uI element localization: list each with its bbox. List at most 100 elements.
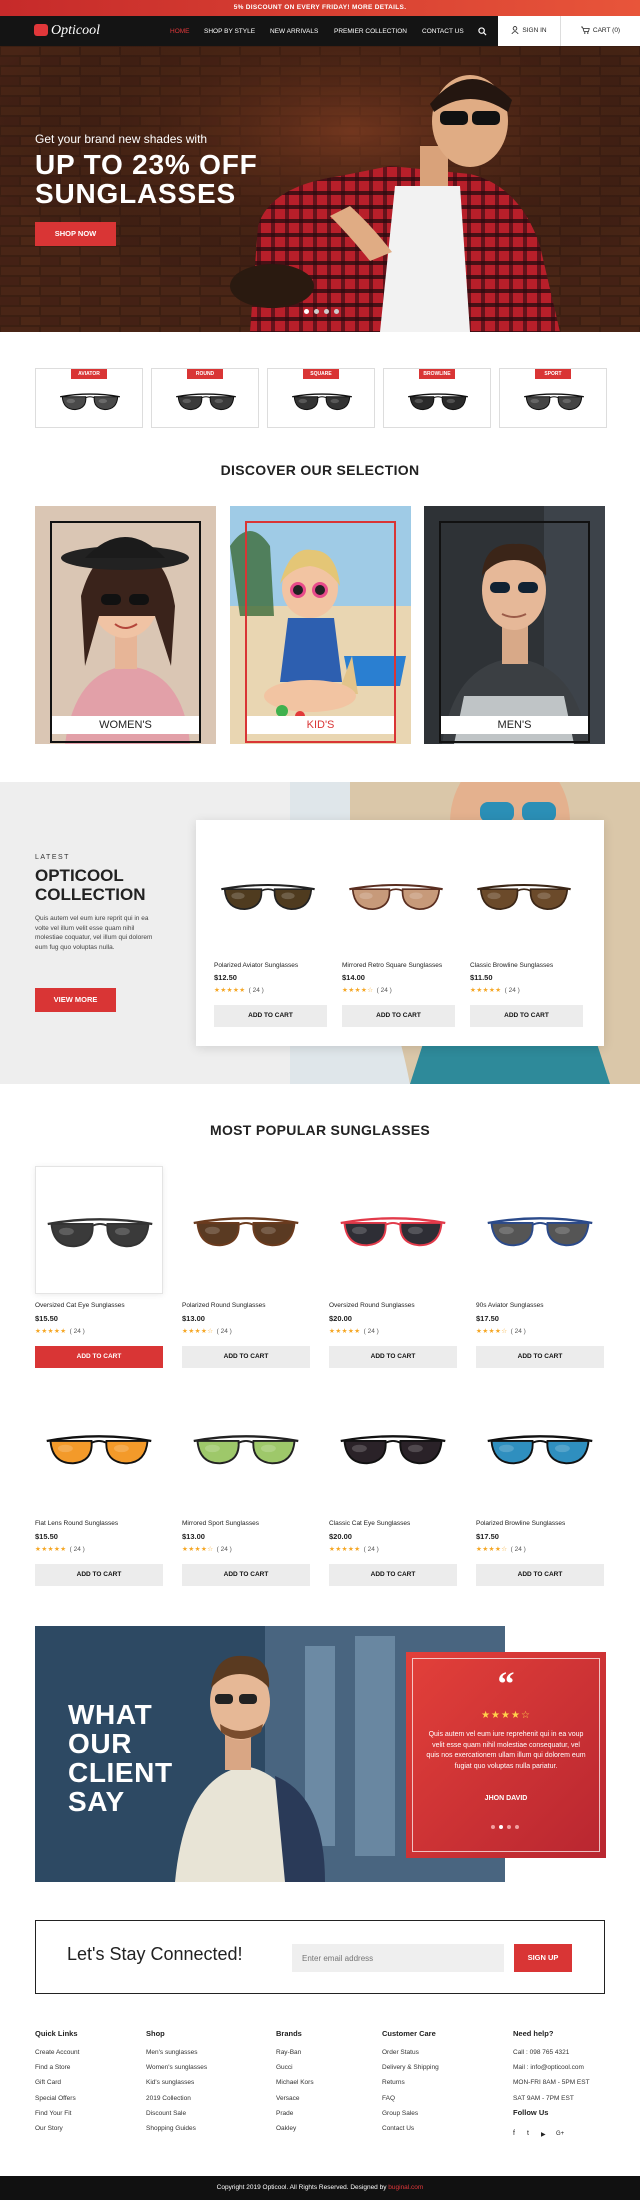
nav-premier-collection[interactable]: PREMIER COLLECTION (334, 27, 407, 37)
footer-link[interactable]: Women's sunglasses (146, 2064, 207, 2071)
product-name[interactable]: Polarized Aviator Sunglasses (214, 962, 298, 969)
add-to-cart-button[interactable]: ADD TO CART (35, 1346, 163, 1368)
rating-stars: ★★★★★ (329, 1546, 361, 1553)
footer-link[interactable]: Oakley (276, 2125, 296, 2132)
product-name[interactable]: Oversized Cat Eye Sunglasses (35, 1302, 125, 1309)
footer-link[interactable]: 2019 Collection (146, 2095, 191, 2102)
footer-link[interactable]: Michael Kors (276, 2079, 314, 2086)
testimonial-dot[interactable] (491, 1825, 495, 1829)
product-rating: ★★★★★( 24 ) (214, 986, 264, 994)
product-image[interactable] (329, 1166, 457, 1294)
slider-dot[interactable] (314, 309, 319, 314)
footer-link[interactable]: Mail : info@opticool.com (513, 2064, 584, 2071)
promo-strip[interactable]: 5% DISCOUNT ON EVERY FRIDAY! MORE DETAIL… (0, 0, 640, 16)
cart-button[interactable]: CART (0) (560, 16, 640, 46)
product-image[interactable] (329, 1384, 457, 1512)
logo[interactable]: Opticool (34, 22, 104, 40)
add-to-cart-button[interactable]: ADD TO CART (329, 1346, 457, 1368)
footer-link[interactable]: Men's sunglasses (146, 2049, 197, 2056)
nav-home[interactable]: HOME (170, 27, 190, 37)
add-to-cart-button[interactable]: ADD TO CART (470, 1005, 583, 1027)
product-name[interactable]: Classic Browline Sunglasses (470, 962, 553, 969)
footer-link[interactable]: Contact Us (382, 2125, 414, 2132)
product-image[interactable] (182, 1384, 310, 1512)
nav-new-arrivals[interactable]: NEW ARRIVALS (270, 27, 318, 37)
selection-title: DISCOVER OUR SELECTION (220, 462, 420, 478)
add-to-cart-button[interactable]: ADD TO CART (182, 1346, 310, 1368)
footer-link[interactable]: Ray-Ban (276, 2049, 301, 2056)
google-plus-icon[interactable]: G+ (556, 2131, 564, 2137)
product-price: $20.00 (329, 1314, 352, 1323)
footer-link[interactable]: Shopping Guides (146, 2125, 196, 2132)
add-to-cart-button[interactable]: ADD TO CART (182, 1564, 310, 1586)
add-to-cart-button[interactable]: ADD TO CART (476, 1564, 604, 1586)
footer-link[interactable]: Returns (382, 2079, 405, 2086)
footer-link[interactable]: Prade (276, 2110, 293, 2117)
rating-stars: ★★★★★ (329, 1328, 361, 1335)
footer-link[interactable]: Gift Card (35, 2079, 61, 2086)
signin-button[interactable]: SIGN IN (498, 16, 560, 46)
rating-stars: ★★★★★ (35, 1546, 67, 1553)
designer-link[interactable]: buginal.com (388, 2184, 423, 2191)
product-image[interactable] (476, 1166, 604, 1294)
testimonial-dot[interactable] (499, 1825, 503, 1829)
slider-dot[interactable] (324, 309, 329, 314)
signup-button[interactable]: SIGN UP (514, 1944, 572, 1972)
product-image[interactable] (35, 1166, 163, 1294)
product-image[interactable] (342, 860, 454, 930)
footer-link[interactable]: Our Story (35, 2125, 63, 2132)
footer-link[interactable]: Special Offers (35, 2095, 76, 2102)
selection-label-kids[interactable]: KID'S (247, 716, 394, 734)
product-image[interactable] (35, 1384, 163, 1512)
product-name[interactable]: Classic Cat Eye Sunglasses (329, 1520, 410, 1527)
twitter-icon[interactable]: t (527, 2130, 529, 2137)
add-to-cart-button[interactable]: ADD TO CART (342, 1005, 455, 1027)
product-name[interactable]: Mirrored Sport Sunglasses (182, 1520, 259, 1527)
product-name[interactable]: 90s Aviator Sunglasses (476, 1302, 543, 1309)
testimonial-dot[interactable] (507, 1825, 511, 1829)
footer-link[interactable]: Call : 098 765 4321 (513, 2049, 569, 2056)
add-to-cart-button[interactable]: ADD TO CART (35, 1564, 163, 1586)
product-name[interactable]: Mirrored Retro Square Sunglasses (342, 962, 442, 969)
product-name[interactable]: Polarized Browline Sunglasses (476, 1520, 565, 1527)
footer-link[interactable]: Kid's sunglasses (146, 2079, 194, 2086)
youtube-icon[interactable]: ▶ (541, 2131, 546, 2138)
footer-link[interactable]: Delivery & Shipping (382, 2064, 439, 2071)
product-image[interactable] (182, 1166, 310, 1294)
selection-label-mens[interactable]: MEN'S (441, 716, 588, 734)
add-to-cart-button[interactable]: ADD TO CART (214, 1005, 327, 1027)
footer-link[interactable]: FAQ (382, 2095, 395, 2102)
selection-label-womens[interactable]: WOMEN'S (52, 716, 199, 734)
product-image[interactable] (476, 1384, 604, 1512)
product-name[interactable]: Flat Lens Round Sunglasses (35, 1520, 118, 1527)
add-to-cart-button[interactable]: ADD TO CART (329, 1564, 457, 1586)
nav-shop-by-style[interactable]: SHOP BY STYLE (204, 27, 255, 37)
search-icon[interactable] (478, 27, 487, 36)
review-count: ( 24 ) (216, 1328, 232, 1335)
product-name[interactable]: Polarized Round Sunglasses (182, 1302, 265, 1309)
review-count: ( 24 ) (69, 1328, 85, 1335)
slider-dot[interactable] (334, 309, 339, 314)
nav-contact-us[interactable]: CONTACT US (422, 27, 464, 37)
product-image[interactable] (470, 860, 582, 930)
footer-link[interactable]: Versace (276, 2095, 300, 2102)
facebook-icon[interactable]: f (513, 2130, 515, 2137)
shop-now-button[interactable]: SHOP NOW (35, 222, 116, 246)
footer-link[interactable]: Discount Sale (146, 2110, 186, 2117)
footer-link[interactable]: Order Status (382, 2049, 419, 2056)
slider-dot[interactable] (304, 309, 309, 314)
product-image[interactable] (214, 860, 326, 930)
footer-brands-title: Brands (276, 2029, 302, 2038)
footer-link[interactable]: Group Sales (382, 2110, 418, 2117)
footer-link[interactable]: Find Your Fit (35, 2110, 72, 2117)
add-to-cart-button[interactable]: ADD TO CART (476, 1346, 604, 1368)
product-price: $17.50 (476, 1532, 499, 1541)
footer-link[interactable]: Gucci (276, 2064, 293, 2071)
footer-quick_links-title: Quick Links (35, 2029, 78, 2038)
view-more-button[interactable]: VIEW MORE (35, 988, 116, 1012)
footer-link[interactable]: Create Account (35, 2049, 79, 2056)
newsletter-email-input[interactable] (292, 1944, 504, 1972)
product-name[interactable]: Oversized Round Sunglasses (329, 1302, 415, 1309)
footer-link[interactable]: Find a Store (35, 2064, 70, 2071)
testimonial-dot[interactable] (515, 1825, 519, 1829)
